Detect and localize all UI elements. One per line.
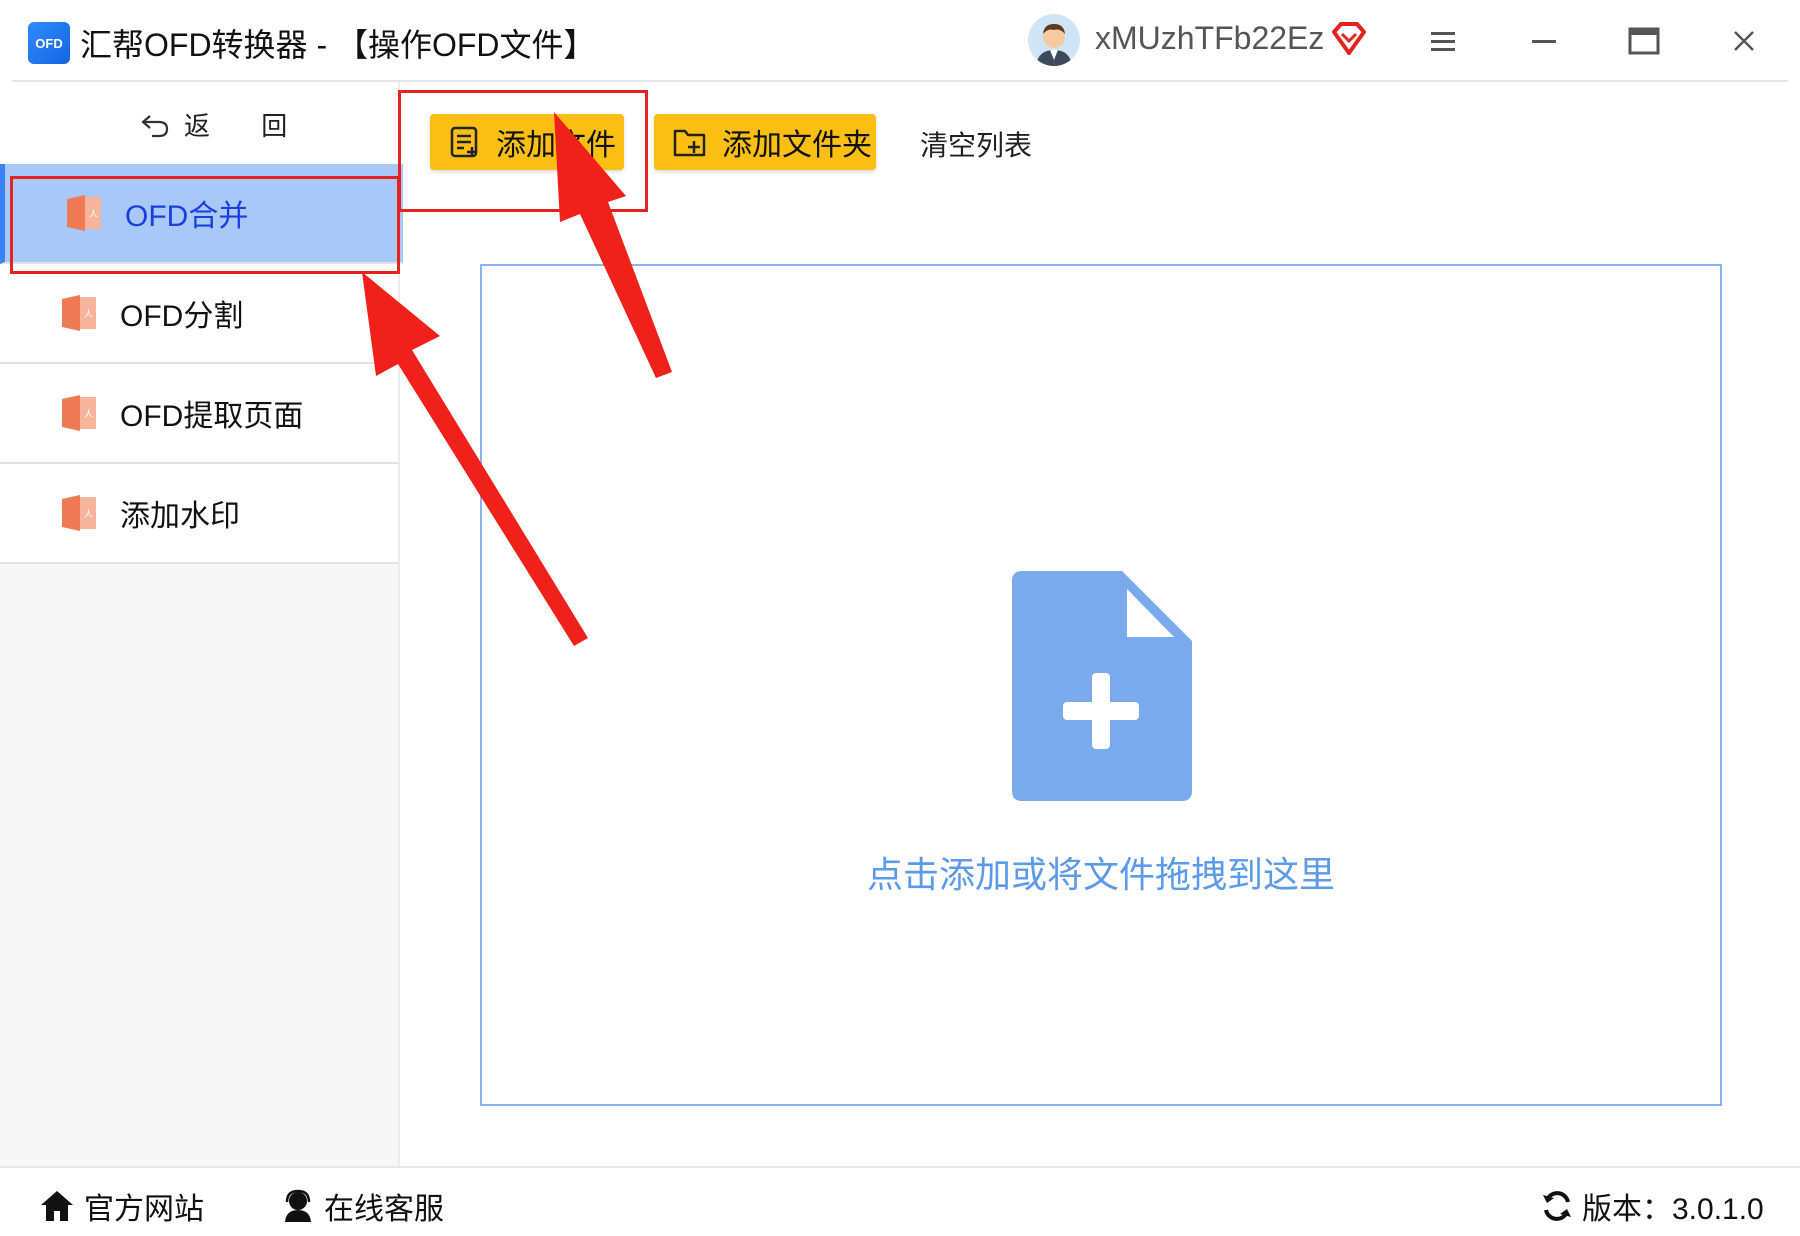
home-icon <box>41 1191 73 1221</box>
online-support-label: 在线客服 <box>324 1193 444 1226</box>
undo-arrow-icon <box>141 114 169 137</box>
sidebar-item-ofd-extract-pages[interactable]: 人 OFD提取页面 <box>0 364 398 464</box>
add-document-icon <box>1012 571 1192 801</box>
back-label: 返 回 <box>184 111 310 141</box>
sidebar-item-ofd-merge[interactable]: 人 OFD合并 <box>0 164 403 264</box>
footer: 官方网站 在线客服 版本：3.0.1.0 <box>0 1166 1800 1236</box>
sidebar-item-add-watermark[interactable]: 人 添加水印 <box>0 464 398 564</box>
file-drop-zone[interactable]: 点击添加或将文件拖拽到这里 <box>480 264 1722 1106</box>
sidebar-item-label: OFD提取页面 <box>120 400 304 433</box>
svg-text:人: 人 <box>84 509 93 520</box>
add-file-label: 添加文件 <box>496 129 616 162</box>
drop-zone-hint: 点击添加或将文件拖拽到这里 <box>866 854 1335 895</box>
back-row: 返 回 <box>0 82 398 162</box>
window-title: 汇帮OFD转换器 - 【操作OFD文件】 <box>80 27 596 63</box>
sidebar-item-ofd-split[interactable]: 人 OFD分割 <box>0 264 398 364</box>
add-file-button[interactable]: 添加文件 <box>430 114 624 170</box>
back-button[interactable]: 返 回 <box>140 106 309 143</box>
menu-icon[interactable] <box>1420 18 1466 64</box>
svg-text:人: 人 <box>84 309 93 320</box>
app-logo: OFD <box>28 22 70 64</box>
svg-text:人: 人 <box>89 209 98 220</box>
ofd-file-icon: 人 <box>62 495 96 531</box>
close-icon[interactable] <box>1721 18 1767 64</box>
add-file-icon <box>450 126 478 158</box>
ofd-file-icon: 人 <box>62 395 96 431</box>
sidebar-item-label: OFD合并 <box>125 200 249 233</box>
add-folder-label: 添加文件夹 <box>722 129 872 162</box>
online-support-link[interactable]: 在线客服 <box>280 1184 444 1228</box>
official-website-link[interactable]: 官方网站 <box>38 1184 204 1228</box>
ofd-file-icon: 人 <box>67 195 101 231</box>
refresh-icon <box>1543 1191 1571 1221</box>
version-label: 版本：3.0.1.0 <box>1582 1193 1764 1226</box>
minimize-icon[interactable] <box>1521 18 1567 64</box>
user-avatar[interactable] <box>1028 14 1080 66</box>
add-folder-icon <box>673 129 706 157</box>
maximize-icon[interactable] <box>1621 18 1667 64</box>
version-info[interactable]: 版本：3.0.1.0 <box>1540 1184 1764 1228</box>
add-folder-button[interactable]: 添加文件夹 <box>654 114 876 170</box>
username[interactable]: xMUzhTFb22Ez <box>1095 20 1324 57</box>
svg-text:人: 人 <box>84 409 93 420</box>
vip-diamond-icon[interactable] <box>1330 20 1368 58</box>
customer-service-icon <box>285 1189 311 1222</box>
sidebar-item-label: OFD分割 <box>120 300 244 333</box>
ofd-file-icon: 人 <box>62 295 96 331</box>
official-website-label: 官方网站 <box>84 1193 204 1226</box>
sidebar-item-label: 添加水印 <box>120 500 240 533</box>
clear-list-button[interactable]: 清空列表 <box>920 124 1032 164</box>
title-bar: OFD 汇帮OFD转换器 - 【操作OFD文件】 xMUzhTFb22Ez <box>0 0 1800 82</box>
